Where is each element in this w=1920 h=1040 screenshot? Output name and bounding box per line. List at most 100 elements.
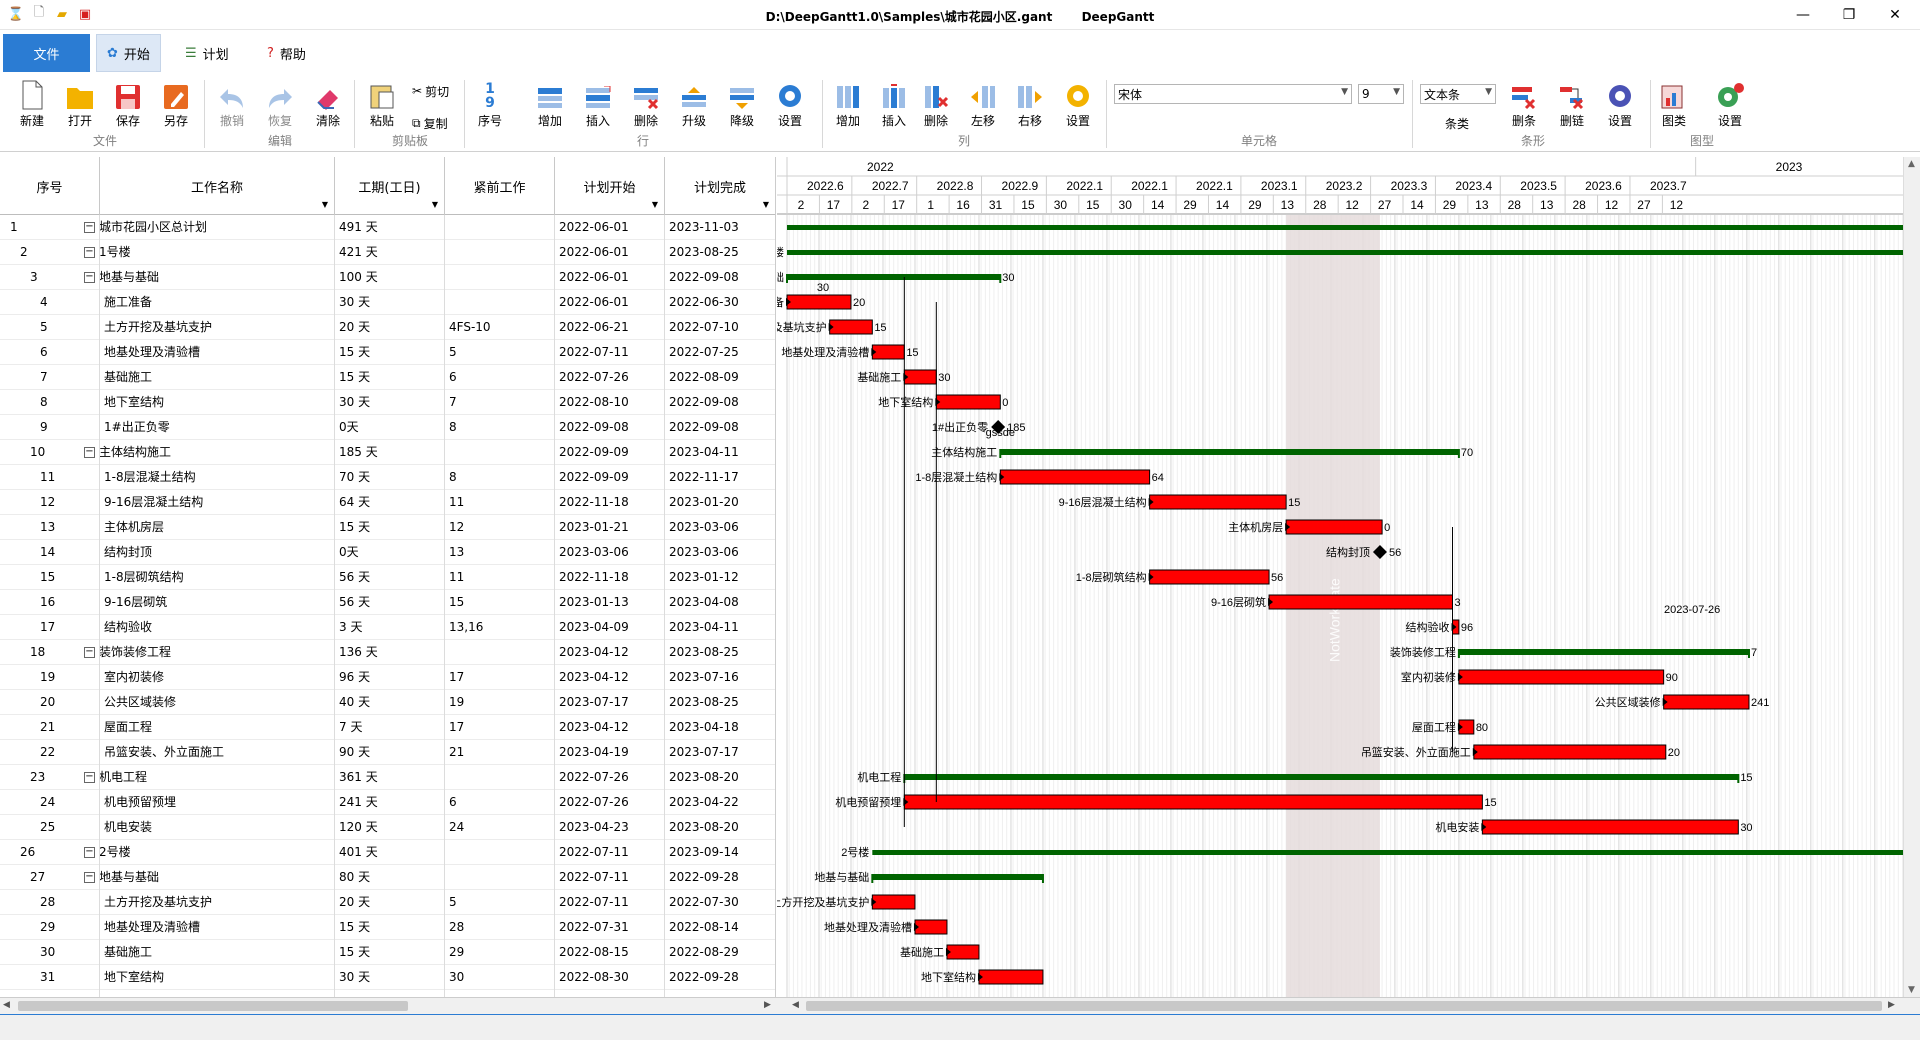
- scroll-down-icon[interactable]: ▼: [1908, 985, 1915, 995]
- table-row[interactable]: 16 9-16层砌筑 56 天 15 2023-01-13 2023-04-08: [0, 590, 775, 615]
- table-row[interactable]: 1 − 城市花园小区总计划 491 天 2022-06-01 2023-11-03: [0, 215, 775, 240]
- minimize-button[interactable]: —: [1780, 0, 1826, 30]
- table-row[interactable]: 14 结构封顶 0天 13 2023-03-06 2023-03-06: [0, 540, 775, 565]
- font-select[interactable]: 宋体 ▼: [1114, 84, 1352, 104]
- save-button[interactable]: 保存: [106, 78, 150, 134]
- saveas-button[interactable]: 另存: [154, 78, 198, 134]
- paste-button[interactable]: 粘贴: [360, 78, 404, 134]
- table-row[interactable]: 15 1-8层砌筑结构 56 天 11 2022-11-18 2023-01-12: [0, 565, 775, 590]
- col-header-start[interactable]: 计划开始 ▼: [555, 157, 665, 215]
- cut-button[interactable]: ✂ 剪切: [412, 82, 449, 100]
- table-row[interactable]: 30 基础施工 15 天 29 2022-08-15 2022-08-29: [0, 940, 775, 965]
- table-row[interactable]: 31 地下室结构 30 天 30 2022-08-30 2022-09-28: [0, 965, 775, 990]
- gantt-scroll-thumb[interactable]: [806, 1001, 1882, 1011]
- vertical-scrollbar[interactable]: ▲ ▼: [1903, 157, 1920, 997]
- restore-button[interactable]: ❐: [1826, 0, 1872, 30]
- shape-type-button[interactable]: 图类: [1652, 78, 1696, 134]
- row-down-button[interactable]: 降级: [720, 78, 764, 134]
- column-divider[interactable]: [444, 215, 445, 997]
- col-add-button[interactable]: 增加: [826, 78, 870, 134]
- shape-settings-button[interactable]: 设置: [1708, 78, 1752, 134]
- filter-icon[interactable]: ▼: [432, 200, 438, 209]
- gantt-canvas[interactable]: NotWorkDate2022 20232022.6 2022.7 2022.8 202…: [777, 157, 1903, 997]
- scroll-up-icon[interactable]: ▲: [1908, 159, 1915, 169]
- row-up-button[interactable]: 升级: [672, 78, 716, 134]
- new-button[interactable]: 新建: [10, 78, 54, 134]
- table-row[interactable]: 24 机电预留预埋 241 天 6 2022-07-26 2023-04-22: [0, 790, 775, 815]
- collapse-icon[interactable]: −: [84, 647, 95, 658]
- filter-icon[interactable]: ▼: [763, 200, 769, 209]
- col-right-button[interactable]: 右移: [1008, 78, 1052, 134]
- tab-file[interactable]: 文件: [3, 34, 90, 72]
- collapse-icon[interactable]: −: [84, 447, 95, 458]
- col-header-predecessor[interactable]: 紧前工作: [445, 157, 555, 215]
- table-row[interactable]: 9 1#出正负零 0天 8 2022-09-08 2022-09-08: [0, 415, 775, 440]
- clear-button[interactable]: 清除: [306, 78, 350, 134]
- bar-style-select[interactable]: 文本条 ▼: [1420, 84, 1496, 104]
- copy-button[interactable]: ⧉ 复制: [412, 114, 448, 132]
- collapse-icon[interactable]: −: [84, 272, 95, 283]
- col-header-name[interactable]: 工作名称 ▼: [100, 157, 335, 215]
- seq-button[interactable]: 1 9 序号: [468, 78, 512, 134]
- table-row[interactable]: 3− 地基与基础 100 天 2022-06-01 2022-09-08: [0, 265, 775, 290]
- column-divider[interactable]: [664, 215, 665, 997]
- tab-help[interactable]: ? 帮助: [257, 34, 316, 72]
- gantt-chart[interactable]: NotWorkDate 2022 2023 2022.6 2022.7 2022.8 202…: [777, 157, 1903, 997]
- table-row[interactable]: 23− 机电工程 361 天 2022-07-26 2023-08-20: [0, 765, 775, 790]
- table-row[interactable]: 22 吊篮安装、外立面施工 90 天 21 2023-04-19 2023-07-17: [0, 740, 775, 765]
- table-row[interactable]: 21 屋面工程 7 天 17 2023-04-12 2023-04-18: [0, 715, 775, 740]
- column-divider[interactable]: [334, 215, 335, 997]
- horizontal-scrollbar[interactable]: ◀ ▶ ◀ ▶: [0, 997, 1920, 1014]
- collapse-icon[interactable]: −: [84, 247, 95, 258]
- table-row[interactable]: 4 施工准备 30 天 2022-06-01 2022-06-30: [0, 290, 775, 315]
- scroll-right-icon[interactable]: ▶: [764, 1000, 771, 1010]
- collapse-icon[interactable]: −: [84, 772, 95, 783]
- col-settings-button[interactable]: 设置: [1056, 78, 1100, 134]
- filter-icon[interactable]: ▼: [652, 200, 658, 209]
- table-row[interactable]: 8 地下室结构 30 天 7 2022-08-10 2022-09-08: [0, 390, 775, 415]
- row-insert-button[interactable]: 插入: [576, 78, 620, 134]
- table-row[interactable]: 18− 装饰装修工程 136 天 2023-04-12 2023-08-25: [0, 640, 775, 665]
- col-delete-button[interactable]: 删除: [914, 78, 958, 134]
- table-row[interactable]: 28 土方开挖及基坑支护 20 天 5 2022-07-11 2022-07-30: [0, 890, 775, 915]
- col-header-duration[interactable]: 工期(工日) ▼: [335, 157, 445, 215]
- tab-plan[interactable]: ☰ 计划: [175, 34, 239, 72]
- table-row[interactable]: 27− 地基与基础 80 天 2022-07-11 2022-09-28: [0, 865, 775, 890]
- table-row[interactable]: 11 1-8层混凝土结构 70 天 8 2022-09-09 2022-11-17: [0, 465, 775, 490]
- row-settings-button[interactable]: 设置: [768, 78, 812, 134]
- undo-button[interactable]: 撤销: [210, 78, 254, 134]
- filter-icon[interactable]: ▼: [322, 200, 328, 209]
- close-button[interactable]: ✕: [1872, 0, 1918, 30]
- table-row[interactable]: 7 基础施工 15 天 6 2022-07-26 2022-08-09: [0, 365, 775, 390]
- col-insert-button[interactable]: 插入: [872, 78, 916, 134]
- col-header-seq[interactable]: 序号: [0, 157, 100, 215]
- scroll-left-icon[interactable]: ◀: [3, 1000, 10, 1010]
- table-row[interactable]: 10− 主体结构施工 185 天 2022-09-09 2023-04-11: [0, 440, 775, 465]
- task-grid[interactable]: 序号 工作名称 ▼ 工期(工日) ▼ 紧前工作 计划开始 ▼ 计划完成 ▼ 1 − 城市花园…: [0, 157, 776, 997]
- collapse-icon[interactable]: −: [84, 222, 95, 233]
- column-divider[interactable]: [99, 215, 100, 997]
- table-row[interactable]: 12 9-16层混凝土结构 64 天 11 2022-11-18 2023-01-20: [0, 490, 775, 515]
- column-divider[interactable]: [554, 215, 555, 997]
- row-add-button[interactable]: 增加: [528, 78, 572, 134]
- table-row[interactable]: 5 土方开挖及基坑支护 20 天 4FS-10 2022-06-21 2022-07-10: [0, 315, 775, 340]
- row-delete-button[interactable]: 删除: [624, 78, 668, 134]
- scroll-right-icon[interactable]: ▶: [1888, 1000, 1895, 1010]
- delete-bar-button[interactable]: 删条: [1502, 78, 1546, 134]
- bar-settings-button[interactable]: 设置: [1598, 78, 1642, 134]
- tab-start[interactable]: ✿ 开始: [96, 34, 161, 72]
- col-header-finish[interactable]: 计划完成 ▼: [665, 157, 775, 215]
- collapse-icon[interactable]: −: [84, 872, 95, 883]
- table-row[interactable]: 20 公共区域装修 40 天 19 2023-07-17 2023-08-25: [0, 690, 775, 715]
- table-row[interactable]: 2−1号楼 421 天 2022-06-01 2023-08-25: [0, 240, 775, 265]
- table-row[interactable]: 26−2号楼 401 天 2022-07-11 2023-09-14: [0, 840, 775, 865]
- scroll-left-icon[interactable]: ◀: [792, 1000, 799, 1010]
- bar-type-button[interactable]: 条类: [1445, 114, 1469, 132]
- col-left-button[interactable]: 左移: [961, 78, 1005, 134]
- collapse-icon[interactable]: −: [84, 847, 95, 858]
- table-row[interactable]: 19 室内初装修 96 天 17 2023-04-12 2023-07-16: [0, 665, 775, 690]
- grid-scroll-thumb[interactable]: [18, 1001, 408, 1011]
- table-row[interactable]: 13 主体机房层 15 天 12 2023-01-21 2023-03-06: [0, 515, 775, 540]
- table-row[interactable]: 17 结构验收 3 天 13,16 2023-04-09 2023-04-11: [0, 615, 775, 640]
- font-size-select[interactable]: 9 ▼: [1358, 84, 1404, 104]
